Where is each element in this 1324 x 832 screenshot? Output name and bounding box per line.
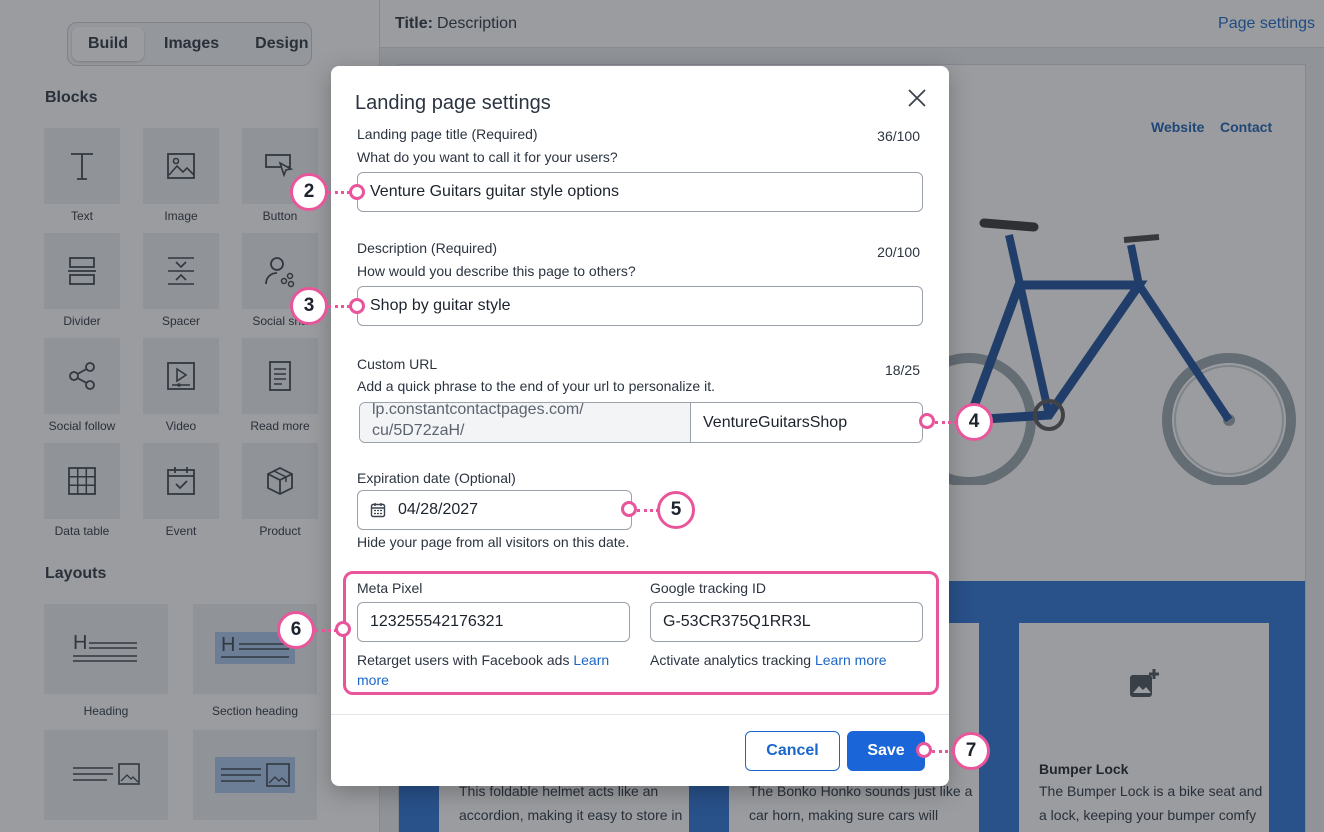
field-help-text: How would you describe this page to othe… <box>357 263 636 279</box>
callout-6: 6 <box>277 611 315 649</box>
calendar-icon[interactable] <box>370 502 386 518</box>
callout-dot <box>349 184 365 200</box>
field-help-text: Hide your page from all visitors on this… <box>357 534 630 550</box>
char-counter: 20/100 <box>877 244 920 260</box>
custom-url-field: lp.constantcontactpages.com/ cu/5D72zaH/ <box>359 402 923 443</box>
callout-7: 7 <box>952 732 990 770</box>
label-text: Landing page title <box>357 126 468 142</box>
save-button[interactable]: Save <box>847 731 925 771</box>
cancel-button[interactable]: Cancel <box>745 731 840 771</box>
callout-connector <box>637 509 659 512</box>
callout-3: 3 <box>290 287 328 325</box>
page-title-input[interactable] <box>357 172 923 212</box>
expiration-date-field[interactable] <box>357 490 632 530</box>
callout-connector <box>328 191 350 194</box>
label-text: Description <box>357 240 428 256</box>
callout-dot <box>919 413 935 429</box>
callout-4: 4 <box>955 403 993 441</box>
char-counter: 18/25 <box>884 362 920 378</box>
footer-divider <box>331 714 949 715</box>
callout-2: 2 <box>290 173 328 211</box>
url-prefix: lp.constantcontactpages.com/ cu/5D72zaH/ <box>360 403 691 442</box>
field-help-text: What do you want to call it for your use… <box>357 149 618 165</box>
char-counter: 36/100 <box>877 128 920 144</box>
optional-tag: (Optional) <box>454 470 516 486</box>
page-title-label: Landing page title (Required) <box>357 126 538 142</box>
callout-dot <box>335 621 351 637</box>
custom-url-label: Custom URL <box>357 356 438 372</box>
dialog-title: Landing page settings <box>355 92 551 114</box>
tracking-highlight-box <box>343 571 939 695</box>
required-tag: (Required) <box>430 240 498 256</box>
custom-url-input[interactable] <box>691 403 922 442</box>
description-input[interactable] <box>357 286 923 326</box>
callout-connector <box>328 305 350 308</box>
expiration-label: Expiration date (Optional) <box>357 470 516 486</box>
description-label: Description (Required) <box>357 240 497 256</box>
close-icon[interactable] <box>905 86 929 110</box>
required-tag: (Required) <box>471 126 538 142</box>
callout-connector <box>935 421 957 424</box>
callout-dot <box>621 501 637 517</box>
callout-connector <box>932 750 954 753</box>
label-text: Expiration date <box>357 470 451 486</box>
callout-connector <box>315 629 337 632</box>
callout-5: 5 <box>657 491 695 529</box>
callout-dot <box>916 742 932 758</box>
field-help-text: Add a quick phrase to the end of your ur… <box>357 378 715 394</box>
expiration-date-input[interactable] <box>398 501 618 519</box>
callout-dot <box>349 298 365 314</box>
